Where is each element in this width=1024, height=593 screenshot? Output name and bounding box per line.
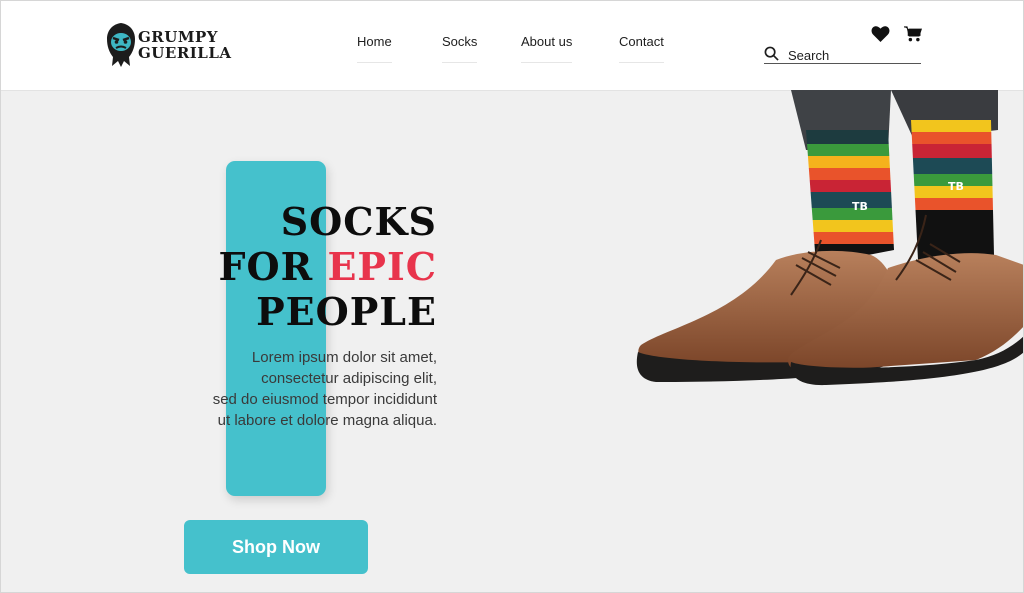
hero-description-line: consectetur adipiscing elit,: [261, 370, 437, 387]
hero-headline: SOCKS FOR EPIC PEOPLE: [219, 199, 437, 334]
brand-logo[interactable]: GRUMPY GUERILLA: [104, 21, 234, 71]
hero-socks-image: TB TB: [636, 90, 1023, 386]
brand-name: GRUMPY GUERILLA: [138, 29, 232, 61]
svg-text:TB: TB: [948, 180, 964, 193]
brand-line2: GUERILLA: [138, 44, 232, 62]
nav-about-us[interactable]: About us: [521, 34, 573, 63]
headline-line1: SOCKS: [280, 199, 437, 244]
headline-accent-word: EPIC: [327, 244, 437, 289]
cart-icon[interactable]: [904, 26, 922, 42]
headline-line2-prefix: FOR: [218, 244, 328, 289]
site-header: GRUMPY GUERILLA Home Socks About us Cont…: [1, 1, 1023, 91]
search-label: Search: [788, 48, 830, 63]
heart-icon[interactable]: [871, 26, 890, 42]
brand-line1: GRUMPY: [138, 28, 218, 46]
nav-socks[interactable]: Socks: [442, 34, 478, 63]
shop-now-button[interactable]: Shop Now: [184, 520, 368, 574]
headline-line2: FOR EPIC: [219, 244, 437, 289]
hero-description-line: Lorem ipsum dolor sit amet,: [251, 349, 437, 366]
hero-description-line: ut labore et dolore magna aliqua.: [217, 412, 437, 429]
svg-text:TB: TB: [852, 200, 868, 213]
search-field[interactable]: Search: [764, 46, 921, 64]
headline-line3: PEOPLE: [256, 289, 437, 334]
page-frame: GRUMPY GUERILLA Home Socks About us Cont…: [0, 0, 1024, 593]
gorilla-icon: [107, 23, 135, 67]
search-icon[interactable]: [764, 46, 779, 61]
nav-home[interactable]: Home: [357, 34, 392, 63]
nav-contact[interactable]: Contact: [619, 34, 664, 63]
hero-description: Lorem ipsum dolor sit amet, consectetur …: [137, 347, 437, 431]
hero-description-line: sed do eiusmod tempor incididunt: [212, 391, 437, 408]
